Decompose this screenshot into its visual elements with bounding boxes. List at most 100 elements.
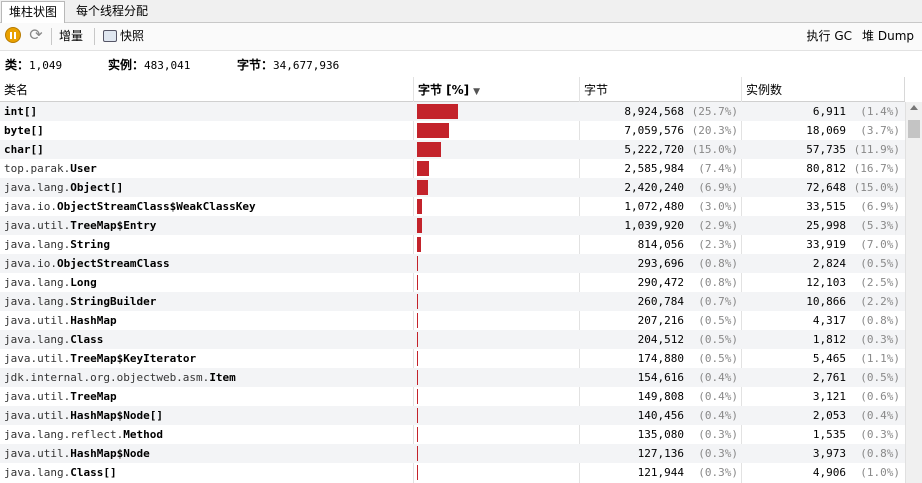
- table-row[interactable]: java.lang.StringBuilder 260,784 (0.7%) 10,8…: [0, 292, 905, 311]
- instances-cell: 1,812 (0.3%): [742, 330, 900, 349]
- table-row[interactable]: top.parak.User 2,585,984 (7.4%) 80,812 (16.7…: [0, 159, 905, 178]
- instances-cell: 6,911 (1.4%): [742, 102, 900, 121]
- instances-value: 6,911: [812, 105, 846, 118]
- class-name-cell: java.lang.Long: [4, 273, 410, 292]
- bytes-percent-bar: [417, 275, 419, 290]
- package-name: java.io.: [4, 257, 57, 270]
- instances-percent: (2.2%): [860, 295, 900, 308]
- bytes-percent: (2.3%): [698, 238, 738, 251]
- bytes-percent-bar: [417, 294, 419, 309]
- bytes-percent: (7.4%): [698, 162, 738, 175]
- instances-percent: (2.5%): [860, 276, 900, 289]
- package-name: jdk.internal.org.objectweb.asm.: [4, 371, 210, 384]
- bytes-cell: 2,420,240 (6.9%): [580, 178, 738, 197]
- bytes-percent: (3.0%): [698, 200, 738, 213]
- instances-percent: (7.0%): [860, 238, 900, 251]
- class-name-cell: jdk.internal.org.objectweb.asm.Item: [4, 368, 410, 387]
- column-header-bytes[interactable]: 字节: [580, 77, 742, 101]
- package-name: java.util.: [4, 314, 71, 327]
- perform-gc-button[interactable]: 执行 GC: [807, 27, 853, 45]
- bytes-percent: (20.3%): [691, 124, 738, 137]
- bytes-percent-cell: [414, 330, 579, 349]
- table-row[interactable]: java.lang.Object[] 2,420,240 (6.9%) 72,648 (…: [0, 178, 905, 197]
- bytes-cell: 127,136 (0.3%): [580, 444, 738, 463]
- bytes-cell: 5,222,720 (15.0%): [580, 140, 738, 159]
- instances-percent: (0.6%): [860, 390, 900, 403]
- tab-per-thread-allocations[interactable]: 每个线程分配: [69, 1, 155, 21]
- table-row[interactable]: jdk.internal.org.objectweb.asm.Item 154,6…: [0, 368, 905, 387]
- package-name: java.io.: [4, 200, 57, 213]
- class-simple-name: Method: [123, 428, 163, 441]
- bytes-value: 814,056: [637, 238, 684, 251]
- instances-percent: (15.0%): [853, 181, 900, 194]
- scroll-thumb[interactable]: [908, 120, 920, 138]
- bytes-percent-bar: [417, 465, 418, 480]
- instances-value: 3,121: [812, 390, 846, 403]
- table-row[interactable]: char[] 5,222,720 (15.0%) 57,735 (11.9%): [0, 140, 905, 159]
- column-header-bytes-percent[interactable]: 字节 [%] ▼: [414, 77, 580, 101]
- snapshot-button[interactable]: 快照: [103, 27, 144, 45]
- class-name-cell: byte[]: [4, 121, 410, 140]
- table-row[interactable]: java.util.HashMap$Node[] 140,456 (0.4%) 2,0…: [0, 406, 905, 425]
- bytes-value: 5,222,720: [624, 143, 684, 156]
- bytes-percent-label: 字节 [%]: [418, 83, 470, 97]
- bytes-value: 154,616: [637, 371, 684, 384]
- table-row[interactable]: java.util.TreeMap$KeyIterator 174,880 (0.5…: [0, 349, 905, 368]
- bytes-percent-bar: [417, 161, 429, 176]
- bytes-percent-cell: [414, 425, 579, 444]
- bytes-cell: 135,080 (0.3%): [580, 425, 738, 444]
- table-row[interactable]: java.lang.String 814,056 (2.3%) 33,919 (7.0%…: [0, 235, 905, 254]
- instances-value: 18,069: [806, 124, 846, 137]
- scroll-up-arrow-icon[interactable]: [910, 105, 918, 110]
- bytes-summary: 字节：34,677,936: [237, 51, 339, 80]
- bytes-value: 1,039,920: [624, 219, 684, 232]
- refresh-icon[interactable]: ⟳: [27, 27, 45, 45]
- bytes-percent: (0.8%): [698, 276, 738, 289]
- table-row[interactable]: java.util.TreeMap$Entry 1,039,920 (2.9%) 25…: [0, 216, 905, 235]
- bytes-value: 207,216: [637, 314, 684, 327]
- table-row[interactable]: java.io.ObjectStreamClass 293,696 (0.8%) 2,…: [0, 254, 905, 273]
- table-row[interactable]: java.util.HashMap 207,216 (0.5%) 4,317 (0.8%…: [0, 311, 905, 330]
- column-header-instances[interactable]: 实例数: [742, 77, 905, 101]
- bytes-percent-cell: [414, 178, 579, 197]
- bytes-cell: 1,039,920 (2.9%): [580, 216, 738, 235]
- bytes-percent: (6.9%): [698, 181, 738, 194]
- bytes-value: 149,808: [637, 390, 684, 403]
- table-row[interactable]: java.lang.Class[] 121,944 (0.3%) 4,906 (1.0%…: [0, 463, 905, 482]
- bytes-cell: 140,456 (0.4%): [580, 406, 738, 425]
- instances-cell: 57,735 (11.9%): [742, 140, 900, 159]
- bytes-percent-cell: [414, 273, 579, 292]
- class-name-cell: java.lang.String: [4, 235, 410, 254]
- table-row[interactable]: java.lang.Long 290,472 (0.8%) 12,103 (2.5%): [0, 273, 905, 292]
- class-simple-name: int[]: [4, 105, 38, 118]
- table-row[interactable]: java.util.TreeMap 149,808 (0.4%) 3,121 (0.6%…: [0, 387, 905, 406]
- instances-cell: 33,919 (7.0%): [742, 235, 900, 254]
- instances-cell: 2,053 (0.4%): [742, 406, 900, 425]
- instances-value: 57,735: [806, 143, 846, 156]
- bytes-percent-cell: [414, 444, 579, 463]
- class-simple-name: Class: [70, 333, 104, 346]
- vertical-scrollbar[interactable]: [905, 102, 922, 483]
- bytes-value: 2,420,240: [624, 181, 684, 194]
- class-name-cell: java.util.TreeMap$Entry: [4, 216, 410, 235]
- package-name: java.util.: [4, 447, 71, 460]
- delta-button[interactable]: 增量: [59, 27, 83, 45]
- table-row[interactable]: int[] 8,924,568 (25.7%) 6,911 (1.4%): [0, 102, 905, 121]
- table-row[interactable]: java.lang.reflect.Method 135,080 (0.3%) 1,5…: [0, 425, 905, 444]
- bytes-percent-cell: [414, 406, 579, 425]
- column-header-class-name[interactable]: 类名: [0, 77, 414, 101]
- bytes-percent-bar: [417, 446, 418, 461]
- table-row[interactable]: byte[] 7,059,576 (20.3%) 18,069 (3.7%): [0, 121, 905, 140]
- table-row[interactable]: java.lang.Class 204,512 (0.5%) 1,812 (0.3%): [0, 330, 905, 349]
- heap-dump-button[interactable]: 堆 Dump: [862, 27, 914, 45]
- table-row[interactable]: java.io.ObjectStreamClass$WeakClassKey 1,…: [0, 197, 905, 216]
- bytes-percent-cell: [414, 368, 579, 387]
- pause-icon[interactable]: [5, 27, 21, 43]
- instances-value: 12,103: [806, 276, 846, 289]
- instances-cell: 33,515 (6.9%): [742, 197, 900, 216]
- tab-heap-histogram[interactable]: 堆柱状图: [1, 1, 66, 24]
- table-row[interactable]: java.util.HashMap$Node 127,136 (0.3%) 3,973…: [0, 444, 905, 463]
- instances-percent: (0.5%): [860, 257, 900, 270]
- bytes-percent-bar: [417, 332, 418, 347]
- instances-cell: 72,648 (15.0%): [742, 178, 900, 197]
